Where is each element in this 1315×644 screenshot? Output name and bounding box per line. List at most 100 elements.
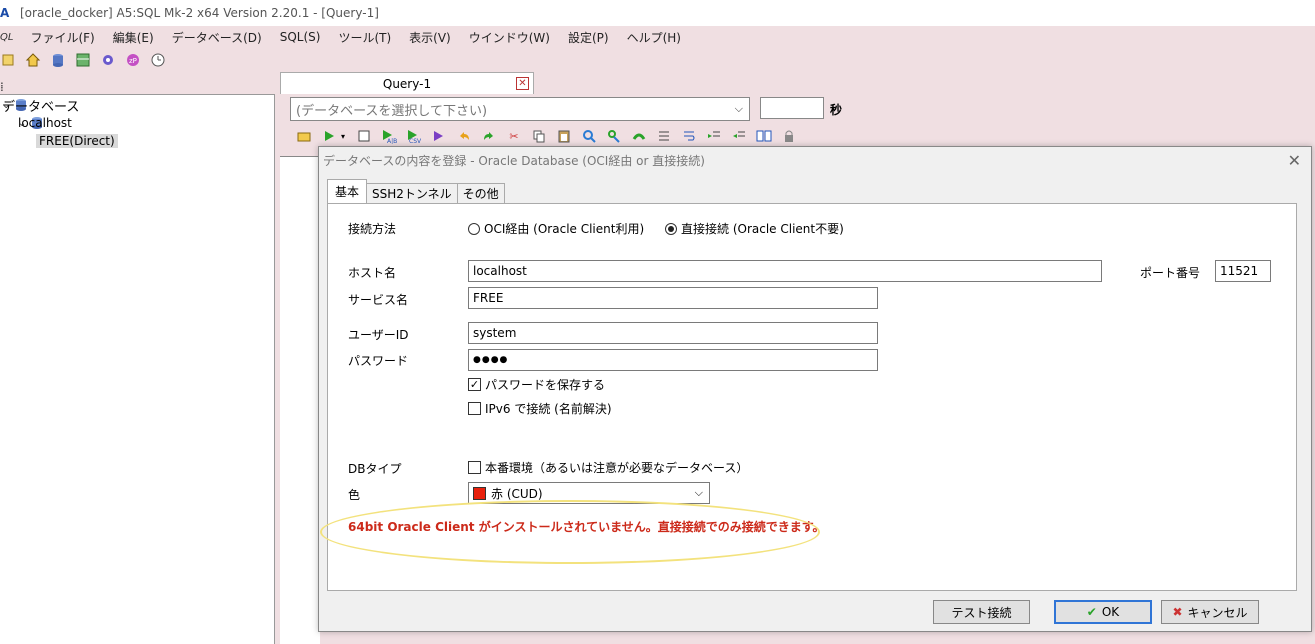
- menu-file[interactable]: ファイル(F): [21, 29, 103, 46]
- main-toolbar: zP: [0, 48, 1315, 72]
- menu-app-icon[interactable]: QL: [0, 32, 13, 43]
- gear-icon[interactable]: [100, 52, 116, 68]
- indent-icon[interactable]: [706, 128, 722, 144]
- port-label: ポート番号: [1140, 266, 1201, 280]
- color-select-value: 赤 (CUD): [491, 486, 543, 501]
- clock-icon[interactable]: [150, 52, 166, 68]
- db-type-label: DBタイプ: [348, 462, 402, 476]
- port-input[interactable]: 11521: [1215, 260, 1271, 282]
- radio-direct-label: 直接接続 (Oracle Client不要): [681, 222, 844, 236]
- outdent-icon[interactable]: [731, 128, 747, 144]
- new-icon[interactable]: [0, 52, 16, 68]
- menu-sql[interactable]: SQL(S): [271, 30, 330, 44]
- database-select-value: (データベースを選択して下さい): [296, 103, 488, 119]
- user-id-input[interactable]: system: [468, 322, 878, 344]
- run-csv-icon[interactable]: CSV: [406, 128, 422, 144]
- svg-text:A|B: A|B: [387, 138, 397, 144]
- host-label: ホスト名: [348, 266, 397, 280]
- close-icon[interactable]: ✕: [1288, 151, 1301, 170]
- cancel-label: キャンセル: [1187, 605, 1248, 620]
- color-select[interactable]: 赤 (CUD) ⌵: [468, 482, 710, 504]
- menu-database[interactable]: データベース(D): [163, 29, 271, 46]
- ipv6-label: IPv6 で接続 (名前解決): [485, 402, 612, 416]
- test-connection-button[interactable]: テスト接続: [933, 600, 1030, 624]
- title-bar: A [oracle_docker] A5:SQL Mk-2 x64 Versio…: [0, 0, 1315, 26]
- cancel-button[interactable]: ✖ キャンセル: [1161, 600, 1259, 624]
- production-checkbox[interactable]: 本番環境（あるいは注意が必要なデータベース）: [468, 459, 748, 476]
- undo-icon[interactable]: [456, 128, 472, 144]
- save-password-checkbox[interactable]: ✓ パスワードを保存する: [468, 376, 605, 393]
- radio-direct[interactable]: 直接接続 (Oracle Client不要): [665, 220, 844, 237]
- radio-oci-label: OCI経由 (Oracle Client利用): [484, 222, 645, 236]
- tree-item-databases[interactable]: ⌄ データベース: [2, 96, 79, 115]
- redo-icon[interactable]: [481, 128, 497, 144]
- home-icon[interactable]: [25, 52, 41, 68]
- cut-icon[interactable]: ✂: [506, 128, 522, 144]
- menu-settings[interactable]: 設定(P): [559, 29, 618, 46]
- copy-icon[interactable]: [531, 128, 547, 144]
- run-explain-icon[interactable]: [431, 128, 447, 144]
- production-label: 本番環境（あるいは注意が必要なデータベース）: [485, 461, 749, 475]
- password-label: パスワード: [348, 354, 409, 368]
- tree-item-free[interactable]: › FREE(Direct): [36, 132, 118, 150]
- radio-direct-circle[interactable]: [665, 222, 677, 235]
- tree-item-localhost[interactable]: ⌄ localhost: [18, 114, 72, 132]
- color-label: 色: [348, 488, 361, 502]
- paste-icon[interactable]: [556, 128, 572, 144]
- close-icon[interactable]: ✕: [516, 77, 529, 90]
- menu-bar: QL ファイル(F) 編集(E) データベース(D) SQL(S) ツール(T)…: [0, 26, 1315, 48]
- tab-other[interactable]: その他: [456, 183, 505, 203]
- ok-button[interactable]: ✔ OK: [1054, 600, 1152, 624]
- ipv6-checkbox[interactable]: IPv6 で接続 (名前解決): [468, 400, 612, 417]
- dialog-tabs: 基本 SSH2トンネル その他: [327, 179, 505, 203]
- database-icon[interactable]: [50, 52, 66, 68]
- tab-ssh2-tunnel[interactable]: SSH2トンネル: [366, 183, 458, 203]
- menu-tools[interactable]: ツール(T): [329, 29, 400, 46]
- open-icon[interactable]: [296, 128, 312, 144]
- service-input[interactable]: FREE: [468, 287, 878, 309]
- database-table-icon[interactable]: [75, 52, 91, 68]
- menu-view[interactable]: 表示(V): [400, 29, 460, 46]
- dialog-title: データベースの内容を登録 - Oracle Database (OCI経由 or…: [323, 154, 705, 168]
- tab-query-1[interactable]: Query-1 ✕: [280, 72, 534, 94]
- run-dropdown-icon[interactable]: ▾: [340, 128, 346, 144]
- database-select[interactable]: (データベースを選択して下さい) ⌵: [290, 97, 750, 121]
- tree-label-databases: データベース: [2, 99, 80, 115]
- stop-icon[interactable]: [356, 128, 372, 144]
- radio-oci[interactable]: OCI経由 (Oracle Client利用): [468, 220, 644, 237]
- wrap-icon[interactable]: [681, 128, 697, 144]
- menu-edit[interactable]: 編集(E): [104, 29, 163, 46]
- run-ab-icon[interactable]: A|B: [381, 128, 397, 144]
- checkmark-icon[interactable]: ✓: [468, 378, 481, 391]
- timeout-seconds-input[interactable]: [760, 97, 824, 119]
- save-password-label: パスワードを保存する: [485, 378, 606, 392]
- host-input[interactable]: localhost: [468, 260, 1102, 282]
- connection-method-label: 接続方法: [348, 222, 397, 236]
- lock-icon[interactable]: [781, 128, 797, 144]
- svg-text:zP: zP: [129, 57, 137, 65]
- tab-basic[interactable]: 基本: [327, 179, 368, 203]
- menu-window[interactable]: ウインドウ(W): [460, 29, 559, 46]
- user-id-label: ユーザーID: [348, 328, 409, 342]
- checkbox-box[interactable]: [468, 461, 481, 474]
- run-icon[interactable]: [321, 128, 337, 144]
- format-icon[interactable]: [631, 128, 647, 144]
- chevron-down-icon[interactable]: ⌵: [735, 102, 743, 116]
- tab-label: Query-1: [382, 76, 432, 91]
- panel-grip-icon: ⁞: [0, 80, 4, 94]
- radio-oci-circle[interactable]: [468, 222, 480, 235]
- chevron-down-icon[interactable]: ⌵: [695, 486, 703, 500]
- search-icon[interactable]: [581, 128, 597, 144]
- tree-label-localhost: localhost: [18, 116, 72, 130]
- menu-help[interactable]: ヘルプ(H): [618, 29, 690, 46]
- split-view-icon[interactable]: [756, 128, 772, 144]
- cross-icon: ✖: [1172, 605, 1183, 619]
- align-icon[interactable]: [656, 128, 672, 144]
- plugin-icon[interactable]: zP: [125, 52, 141, 68]
- database-tree: ⌄ データベース ⌄ localhost › FREE(Direct): [0, 94, 275, 644]
- seconds-label: 秒: [830, 103, 843, 117]
- checkbox-box[interactable]: [468, 402, 481, 415]
- color-swatch: [473, 486, 486, 500]
- replace-icon[interactable]: [606, 128, 622, 144]
- password-input[interactable]: ●●●●: [468, 349, 878, 371]
